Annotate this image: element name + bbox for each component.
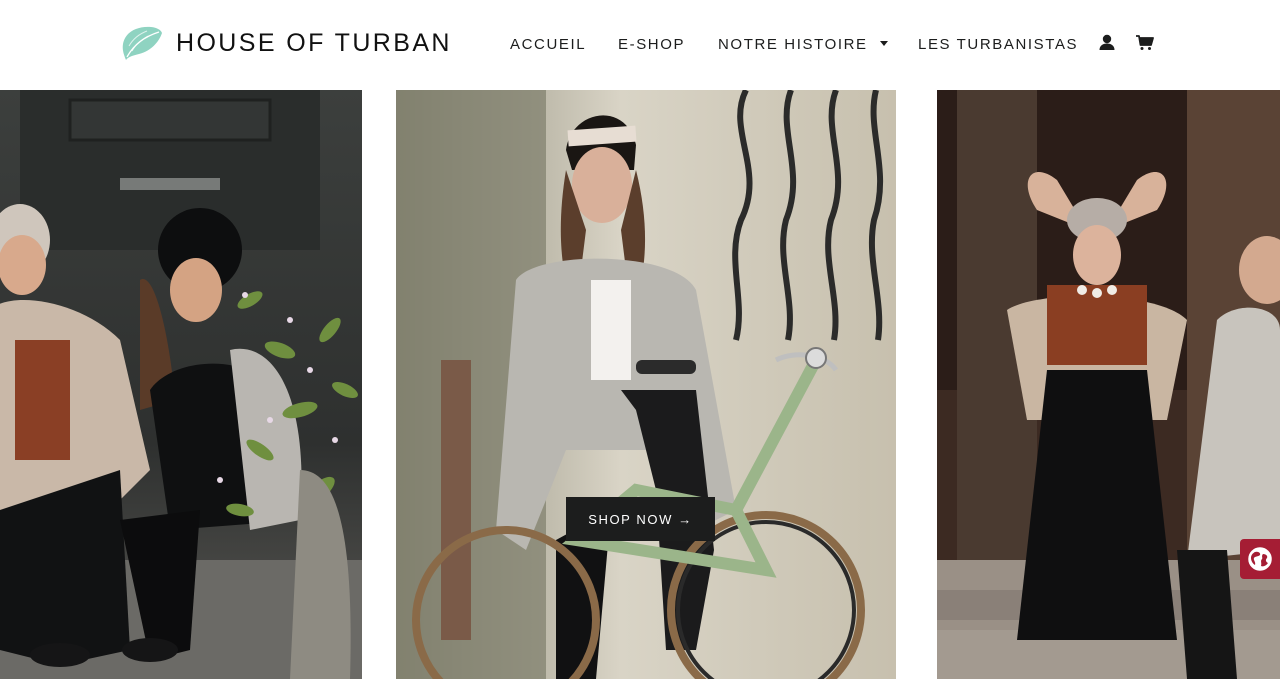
nav-item-eshop[interactable]: E-SHOP (618, 34, 685, 56)
nav-item-label: NOTRE HISTOIRE (718, 36, 868, 53)
cart-icon (1136, 35, 1154, 50)
language-widget[interactable] (1240, 539, 1280, 579)
photo-woman-on-bicycle (396, 90, 896, 679)
brand-name: HOUSE OF TURBAN (176, 28, 452, 57)
nav-item-les-turbanistas[interactable]: LES TURBANISTAS (918, 34, 1078, 56)
photo-two-women-sitting (0, 90, 362, 679)
globe-icon (1248, 547, 1272, 571)
nav-item-notre-histoire[interactable]: NOTRE HISTOIRE (718, 34, 888, 56)
photo-woman-on-steps (937, 90, 1280, 679)
caret-down-icon (879, 41, 888, 46)
account-button[interactable] (1097, 33, 1117, 53)
brand-logo[interactable]: HOUSE OF TURBAN (121, 24, 452, 62)
nav-item-label: ACCUEIL (510, 36, 587, 53)
nav-item-label: LES TURBANISTAS (918, 36, 1079, 53)
turban-leaf-icon (122, 26, 162, 60)
user-icon (1099, 34, 1115, 50)
shop-now-button[interactable]: SHOP NOW → (566, 497, 715, 541)
site-header: HOUSE OF TURBAN ACCUEIL E-SHOP NOTRE HIS… (0, 0, 1280, 90)
hero-banner: SHOP NOW → (0, 90, 1280, 679)
nav-item-accueil[interactable]: ACCUEIL (510, 34, 586, 56)
nav-item-label: E-SHOP (618, 36, 686, 53)
cart-button[interactable] (1135, 33, 1155, 53)
